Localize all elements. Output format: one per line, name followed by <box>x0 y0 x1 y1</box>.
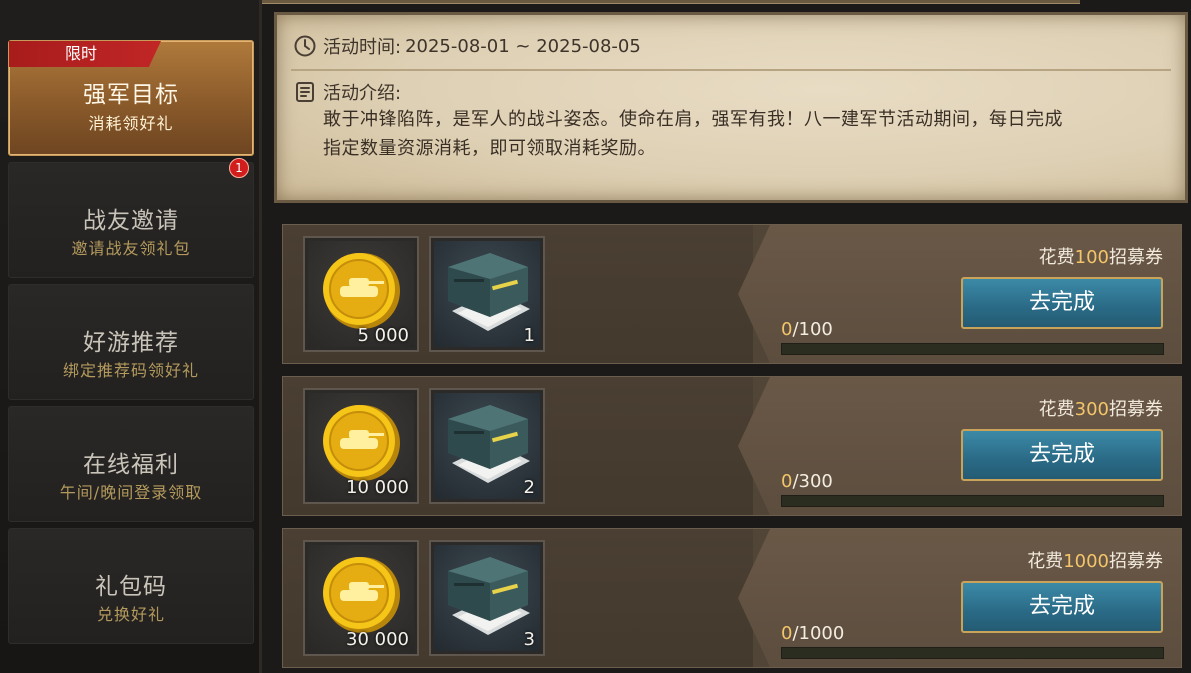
sidebar-item-subtitle: 午间/晚间登录领取 <box>59 483 203 502</box>
sidebar-item-strong-army-goal[interactable]: 限时 强军目标 消耗领好礼 <box>8 40 254 156</box>
sidebar-item-title: 在线福利 <box>83 452 179 478</box>
activity-time-row: 活动时间: 2025-08-01 ~ 2025-08-05 <box>293 33 641 59</box>
cost-suffix: 招募券 <box>1109 551 1163 572</box>
cost-prefix: 花费 <box>1038 247 1075 268</box>
divider <box>291 69 1171 71</box>
progress-current: 0 <box>781 471 793 492</box>
sidebar-item-subtitle: 绑定推荐码领好礼 <box>62 361 199 380</box>
sidebar-item-title: 强军目标 <box>83 82 179 108</box>
sidebar-item-title: 礼包码 <box>95 574 167 600</box>
go-complete-button[interactable]: 去完成 <box>961 581 1163 633</box>
progress-current: 0 <box>781 319 793 340</box>
progress-total: /100 <box>792 319 833 340</box>
go-complete-button[interactable]: 去完成 <box>961 277 1163 329</box>
reward-quantity: 10 000 <box>346 477 409 498</box>
sidebar-item-title: 战友邀请 <box>83 208 179 234</box>
reward-slot[interactable]: 5 000 <box>303 236 419 352</box>
activity-time-label: 活动时间: <box>323 37 402 58</box>
top-frame-strip <box>120 0 1080 4</box>
reward-quantity: 30 000 <box>346 629 409 650</box>
activity-intro-row: 活动介绍: <box>293 79 401 105</box>
sidebar: 限时 强军目标 消耗领好礼 战友邀请 邀请战友领礼包 好游推荐 绑定推荐码领好礼… <box>0 0 262 673</box>
sidebar-item-subtitle: 消耗领好礼 <box>88 114 174 133</box>
activity-intro-text: 敢于冲锋陷阵，是军人的战斗姿态。使命在肩，强军有我！八一建军节活动期间，每日完成… <box>323 105 1143 163</box>
cost-suffix: 招募券 <box>1109 247 1163 268</box>
activity-time-value: 2025-08-01 ~ 2025-08-05 <box>405 35 641 57</box>
document-icon <box>296 82 314 102</box>
task-cost: 花费100招募券 <box>1039 243 1163 269</box>
cost-prefix: 花费 <box>1038 399 1075 420</box>
reward-quantity: 2 <box>523 477 535 498</box>
reward-quantity: 5 000 <box>357 325 409 346</box>
progress-text: 0/300 <box>781 471 833 492</box>
reward-slot[interactable]: 3 <box>429 540 545 656</box>
sidebar-item-comrade-invite[interactable]: 战友邀请 邀请战友领礼包 <box>8 162 254 278</box>
progress-bar <box>781 495 1164 507</box>
sidebar-item-subtitle: 兑换好礼 <box>96 605 165 624</box>
progress-current: 0 <box>781 623 793 644</box>
intro-line: 敢于冲锋陷阵，是军人的战斗姿态。使命在肩，强军有我！八一建军节活动期间，每日完成 <box>323 109 1063 130</box>
reward-slot[interactable]: 2 <box>429 388 545 504</box>
task-row: 30 000 3 花费1000招募券 去完成 0/1000 <box>282 528 1182 668</box>
progress-text: 0/1000 <box>781 623 844 644</box>
progress-bar <box>781 647 1164 659</box>
reward-quantity: 1 <box>523 325 535 346</box>
task-cost: 花费1000招募券 <box>1027 547 1163 573</box>
sidebar-item-gift-code[interactable]: 礼包码 兑换好礼 <box>8 528 254 644</box>
task-row: 5 000 1 花费100招募券 去完成 0/100 <box>282 224 1182 364</box>
sidebar-item-online-welfare[interactable]: 在线福利 午间/晚间登录领取 <box>8 406 254 522</box>
cost-suffix: 招募券 <box>1109 399 1163 420</box>
sidebar-item-title: 好游推荐 <box>83 330 179 356</box>
cost-prefix: 花费 <box>1027 551 1064 572</box>
progress-text: 0/100 <box>781 319 833 340</box>
task-cost: 花费300招募券 <box>1039 395 1163 421</box>
cost-amount: 1000 <box>1063 551 1109 572</box>
progress-total: /300 <box>792 471 833 492</box>
activity-info-panel: 活动时间: 2025-08-01 ~ 2025-08-05 活动介绍: 敢于冲锋… <box>274 12 1188 203</box>
clock-icon <box>294 35 316 57</box>
reward-slot[interactable]: 1 <box>429 236 545 352</box>
limited-time-tag: 限时 <box>9 41 161 67</box>
cost-amount: 100 <box>1074 247 1109 268</box>
activity-intro-label: 活动介绍: <box>323 83 402 104</box>
task-row: 10 000 2 花费300招募券 去完成 0/300 <box>282 376 1182 516</box>
reward-slot[interactable]: 10 000 <box>303 388 419 504</box>
go-complete-button[interactable]: 去完成 <box>961 429 1163 481</box>
reward-slot[interactable]: 30 000 <box>303 540 419 656</box>
notification-badge: 1 <box>229 158 249 178</box>
progress-bar <box>781 343 1164 355</box>
reward-quantity: 3 <box>523 629 535 650</box>
sidebar-item-game-recommend[interactable]: 好游推荐 绑定推荐码领好礼 <box>8 284 254 400</box>
sidebar-item-subtitle: 邀请战友领礼包 <box>71 239 191 258</box>
cost-amount: 300 <box>1074 399 1109 420</box>
intro-line: 指定数量资源消耗，即可领取消耗奖励。 <box>323 138 656 159</box>
progress-total: /1000 <box>792 623 845 644</box>
